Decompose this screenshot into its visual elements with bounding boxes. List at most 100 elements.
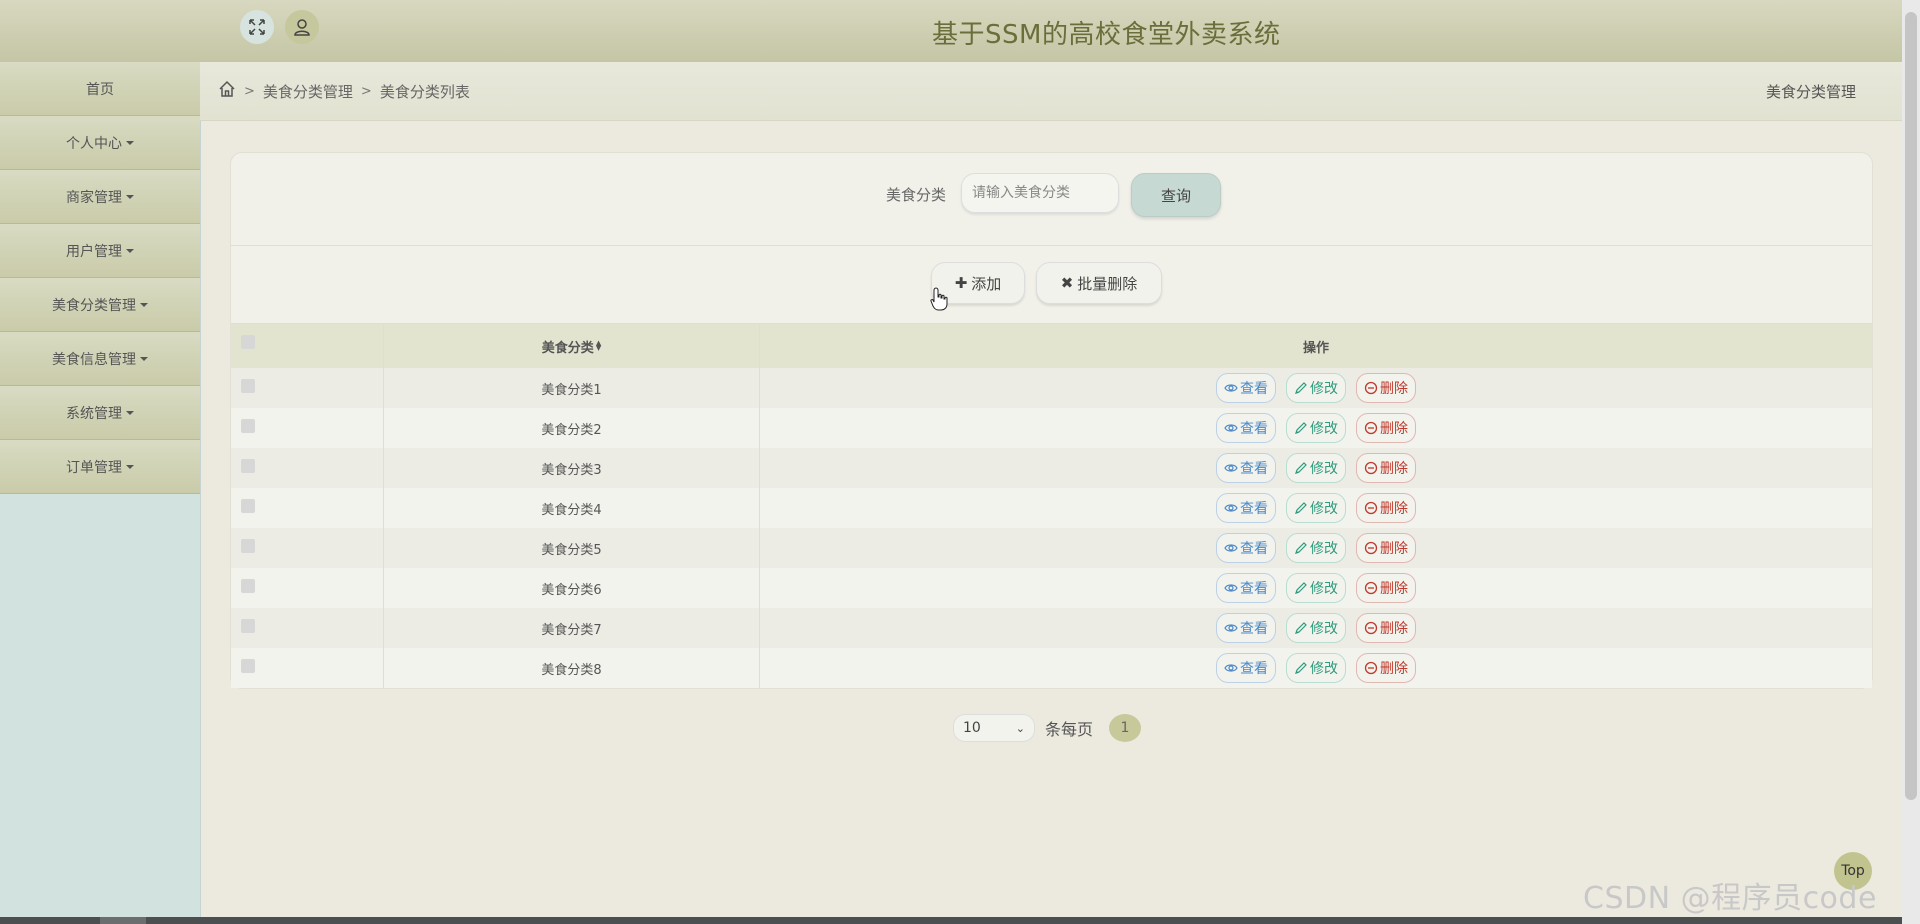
sort-icon[interactable]: ▲ ▼ (596, 340, 601, 352)
edit-label: 修改 (1310, 621, 1338, 637)
sidebar-item-7[interactable]: 订单管理 (0, 440, 200, 494)
close-icon: ✖ (1060, 274, 1074, 292)
chevron-down-icon: ⌄ (1015, 721, 1025, 735)
delete-button[interactable]: 删除 (1356, 453, 1416, 483)
row-checkbox[interactable] (241, 659, 255, 673)
view-label: 查看 (1240, 421, 1268, 437)
sidebar-item-2[interactable]: 商家管理 (0, 170, 200, 224)
category-cell: 美食分类8 (384, 648, 760, 688)
search-input[interactable] (961, 173, 1119, 213)
caret-down-icon (126, 464, 134, 469)
eye-icon (1224, 581, 1238, 595)
add-label: 添加 (971, 274, 1002, 293)
view-button[interactable]: 查看 (1216, 493, 1276, 523)
view-label: 查看 (1240, 381, 1268, 397)
delete-button[interactable]: 删除 (1356, 413, 1416, 443)
sidebar-item-3[interactable]: 用户管理 (0, 224, 200, 278)
page-scrollbar[interactable] (1902, 0, 1920, 924)
hand-cursor-icon (930, 287, 948, 315)
scrollbar-thumb[interactable] (1905, 12, 1917, 800)
view-button[interactable]: 查看 (1216, 453, 1276, 483)
watermark: CSDN @程序员code (1583, 881, 1877, 916)
edit-label: 修改 (1310, 661, 1338, 677)
delete-button[interactable]: 删除 (1356, 613, 1416, 643)
site-title: 基于SSM的高校食堂外卖系统 (932, 20, 1281, 50)
actions-cell: 查看 修改 删除 (760, 608, 1872, 648)
user-icon[interactable] (285, 10, 319, 44)
actions-cell: 查看 修改 删除 (760, 488, 1872, 528)
sidebar-item-5[interactable]: 美食信息管理 (0, 332, 200, 386)
bottom-bar-segment (100, 917, 146, 924)
table-row: 美食分类8 查看 修改 删除 (231, 648, 1872, 688)
eye-icon (1224, 381, 1238, 395)
category-name: 美食分类8 (541, 662, 602, 678)
edit-button[interactable]: 修改 (1286, 453, 1346, 483)
edit-button[interactable]: 修改 (1286, 653, 1346, 683)
view-button[interactable]: 查看 (1216, 613, 1276, 643)
category-name: 美食分类7 (541, 622, 602, 638)
delete-button[interactable]: 删除 (1356, 373, 1416, 403)
edit-button[interactable]: 修改 (1286, 613, 1346, 643)
breadcrumb-item-category[interactable]: 美食分类管理 (263, 81, 353, 102)
row-checkbox[interactable] (241, 419, 255, 433)
actions-cell: 查看 修改 删除 (760, 528, 1872, 568)
table-body: 美食分类1 查看 修改 删除 美食分类2 查看 修改 删除 美食分类3 查看 修改 删除 美食分类4 查看… (231, 368, 1872, 688)
expand-icon[interactable] (240, 10, 274, 44)
select-all-checkbox[interactable] (241, 335, 255, 349)
row-checkbox[interactable] (241, 579, 255, 593)
edit-button[interactable]: 修改 (1286, 533, 1346, 563)
delete-label: 删除 (1380, 581, 1408, 597)
sidebar-item-0[interactable]: 首页 (0, 62, 200, 116)
view-button[interactable]: 查看 (1216, 373, 1276, 403)
pencil-icon (1294, 421, 1308, 435)
sidebar-item-1[interactable]: 个人中心 (0, 116, 200, 170)
sidebar-item-label: 美食信息管理 (52, 351, 136, 368)
column-header-category[interactable]: 美食分类 ▲ ▼ (384, 324, 760, 368)
row-checkbox-cell (231, 608, 384, 648)
actions-cell: 查看 修改 删除 (760, 408, 1872, 448)
table-row: 美食分类6 查看 修改 删除 (231, 568, 1872, 608)
view-label: 查看 (1240, 501, 1268, 517)
view-button[interactable]: 查看 (1216, 533, 1276, 563)
column-header-category-label: 美食分类 (541, 340, 594, 356)
edit-button[interactable]: 修改 (1286, 493, 1346, 523)
row-checkbox[interactable] (241, 379, 255, 393)
breadcrumb-bar: > 美食分类管理 > 美食分类列表 美食分类管理 (200, 62, 1902, 121)
search-label: 美食分类 (886, 186, 947, 204)
delete-label: 删除 (1380, 421, 1408, 437)
sidebar-item-label: 系统管理 (66, 405, 122, 422)
delete-button[interactable]: 删除 (1356, 573, 1416, 603)
caret-down-icon (126, 194, 134, 199)
edit-button[interactable]: 修改 (1286, 373, 1346, 403)
row-checkbox[interactable] (241, 539, 255, 553)
home-icon[interactable] (218, 80, 236, 102)
category-name: 美食分类4 (541, 502, 602, 518)
caret-down-icon (126, 140, 134, 145)
delete-label: 删除 (1380, 461, 1408, 477)
delete-button[interactable]: 删除 (1356, 493, 1416, 523)
content-card: 美食分类 查询 ✚ 添加 ✖ 批量删除 美食分类 ▲▼ 操作 美食分类1查看修改… (230, 152, 1873, 689)
page-number-current[interactable]: 1 (1109, 714, 1142, 742)
view-label: 查看 (1240, 461, 1268, 477)
minus-circle-icon (1364, 621, 1378, 635)
edit-label: 修改 (1310, 501, 1338, 517)
view-button[interactable]: 查看 (1216, 413, 1276, 443)
delete-button[interactable]: 删除 (1356, 653, 1416, 683)
search-button[interactable]: 查询 (1131, 173, 1221, 217)
top-header: 基于SSM的高校食堂外卖系统 (0, 0, 1902, 63)
eye-icon (1224, 661, 1238, 675)
page-size-select[interactable]: 10 ⌄ (953, 714, 1035, 742)
caret-down-icon (126, 410, 134, 415)
view-button[interactable]: 查看 (1216, 573, 1276, 603)
delete-button[interactable]: 删除 (1356, 533, 1416, 563)
edit-button[interactable]: 修改 (1286, 413, 1346, 443)
edit-button[interactable]: 修改 (1286, 573, 1346, 603)
minus-circle-icon (1364, 461, 1378, 475)
row-checkbox[interactable] (241, 459, 255, 473)
sidebar-item-4[interactable]: 美食分类管理 (0, 278, 200, 332)
sidebar-item-6[interactable]: 系统管理 (0, 386, 200, 440)
row-checkbox[interactable] (241, 499, 255, 513)
batch-delete-button[interactable]: ✖ 批量删除 (1036, 262, 1162, 304)
row-checkbox[interactable] (241, 619, 255, 633)
view-button[interactable]: 查看 (1216, 653, 1276, 683)
